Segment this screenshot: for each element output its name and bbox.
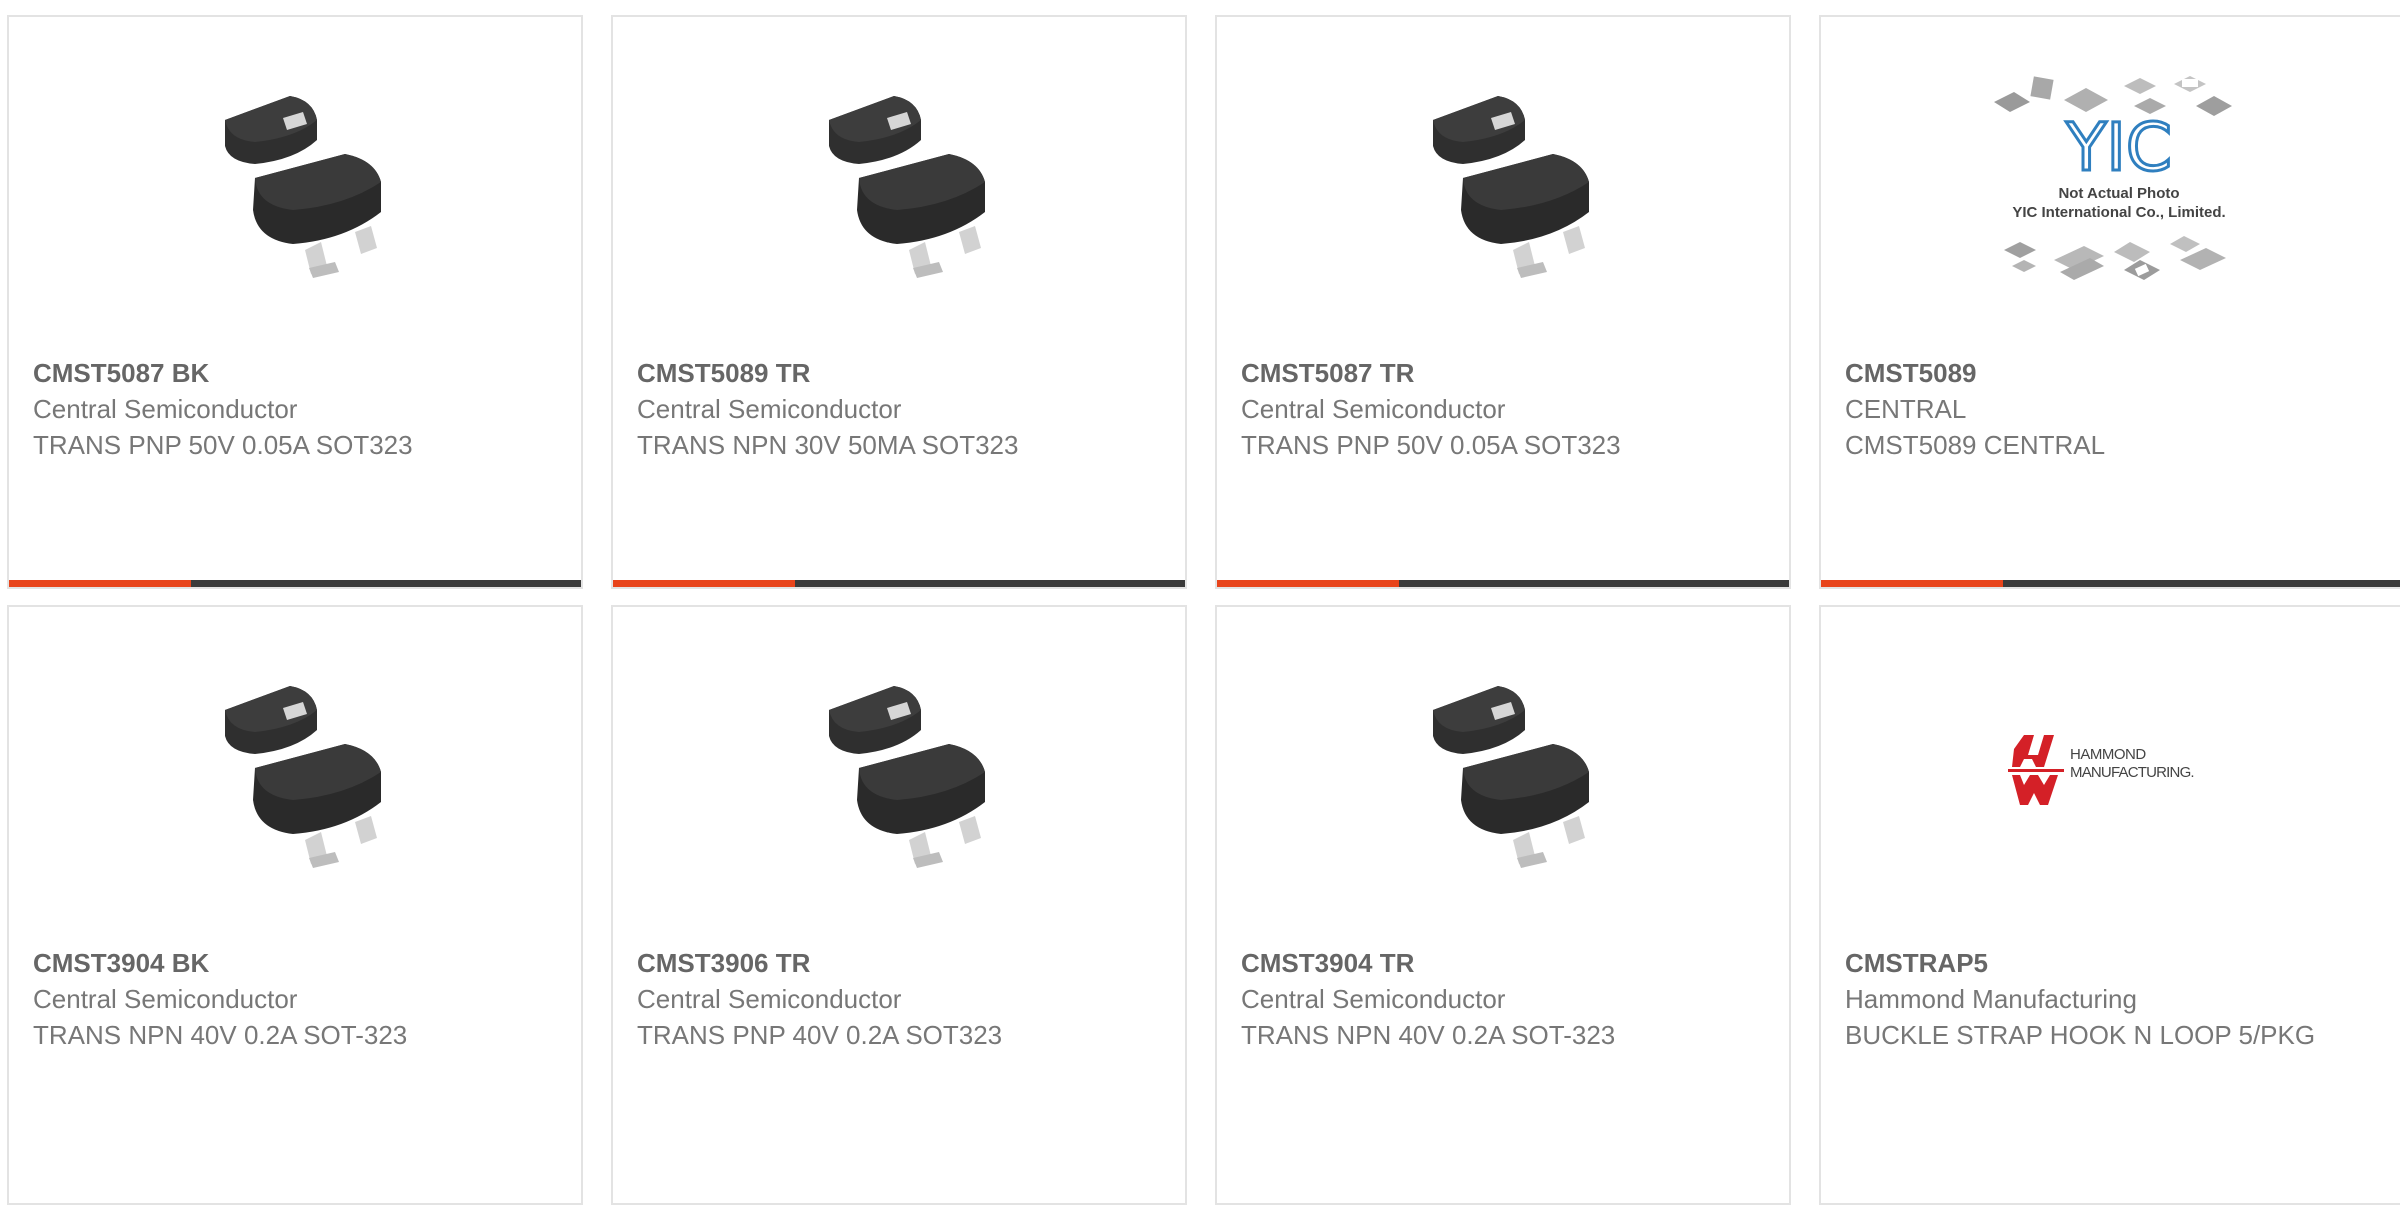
manufacturer: CENTRAL <box>1845 394 1967 424</box>
description: TRANS NPN 30V 50MA SOT323 <box>637 430 1019 460</box>
sot323-transistor-icon <box>225 686 381 868</box>
part-number[interactable]: CMST5087 TR <box>1241 355 1765 391</box>
product-card[interactable]: CMST3904 TR Central Semiconductor TRANS … <box>1215 605 1791 1205</box>
description: TRANS PNP 40V 0.2A SOT323 <box>637 1020 1003 1050</box>
product-card[interactable]: CMST5087 BK Central Semiconductor TRANS … <box>7 15 583 589</box>
manufacturing-logo-text: MANUFACTURING. <box>2070 764 2194 781</box>
part-number[interactable]: CMST5089 TR <box>637 355 1161 391</box>
product-image <box>1217 17 1789 347</box>
description: CMST5089 CENTRAL <box>1845 430 2106 460</box>
accent-bar <box>1821 580 2003 587</box>
sot323-transistor-icon <box>225 96 381 278</box>
not-actual-photo-text: Not Actual Photo <box>2058 185 2179 202</box>
description: BUCKLE STRAP HOOK N LOOP 5/PKG <box>1845 1020 2316 1050</box>
manufacturer: Central Semiconductor <box>33 984 298 1014</box>
part-number[interactable]: CMST3904 TR <box>1241 945 1765 981</box>
accent-bar <box>9 580 191 587</box>
part-number[interactable]: CMSTRAP5 <box>1845 945 2393 981</box>
manufacturer: Hammond Manufacturing <box>1845 984 2137 1014</box>
product-image: HAMMOND MANUFACTURING. <box>1821 607 2400 937</box>
part-number[interactable]: CMST5087 BK <box>33 355 557 391</box>
manufacturer: Central Semiconductor <box>637 984 902 1014</box>
description: TRANS PNP 50V 0.05A SOT323 <box>33 430 413 460</box>
manufacturer: Central Semiconductor <box>637 394 902 424</box>
yic-placeholder-icon: YIC Not Actual Photo YIC International C… <box>1994 76 2232 280</box>
hammond-logo-text: HAMMOND <box>2070 746 2146 763</box>
accent-bar <box>1217 580 1399 587</box>
product-card[interactable]: CMST3906 TR Central Semiconductor TRANS … <box>611 605 1187 1205</box>
product-card[interactable]: HAMMOND MANUFACTURING. CMSTRAP5 Hammond … <box>1819 605 2400 1205</box>
part-number[interactable]: CMST3906 TR <box>637 945 1161 981</box>
description: TRANS NPN 40V 0.2A SOT-323 <box>1241 1020 1616 1050</box>
hammond-logo-icon: HAMMOND MANUFACTURING. <box>2008 735 2195 805</box>
product-image: YIC Not Actual Photo YIC International C… <box>1821 17 2400 347</box>
manufacturer: Central Semiconductor <box>1241 394 1506 424</box>
card-footer-bar <box>1217 580 1789 587</box>
manufacturer: Central Semiconductor <box>1241 984 1506 1014</box>
manufacturer: Central Semiconductor <box>33 394 298 424</box>
product-image <box>613 607 1185 937</box>
product-image <box>9 17 581 347</box>
sot323-transistor-icon <box>1433 686 1589 868</box>
card-footer-bar <box>9 580 581 587</box>
product-card[interactable]: CMST5089 TR Central Semiconductor TRANS … <box>611 15 1187 589</box>
product-image <box>613 17 1185 347</box>
product-image <box>9 607 581 937</box>
sot323-transistor-icon <box>1433 96 1589 278</box>
card-footer-bar <box>1821 580 2400 587</box>
accent-bar <box>613 580 795 587</box>
product-card[interactable]: CMST5087 TR Central Semiconductor TRANS … <box>1215 15 1791 589</box>
part-number[interactable]: CMST3904 BK <box>33 945 557 981</box>
product-card[interactable]: CMST3904 BK Central Semiconductor TRANS … <box>7 605 583 1205</box>
description: TRANS PNP 50V 0.05A SOT323 <box>1241 430 1621 460</box>
yic-company-text: YIC International Co., Limited. <box>2012 204 2225 221</box>
sot323-transistor-icon <box>829 96 985 278</box>
product-image <box>1217 607 1789 937</box>
description: TRANS NPN 40V 0.2A SOT-323 <box>33 1020 408 1050</box>
yic-logo: YIC <box>2065 109 2172 186</box>
card-footer-bar <box>613 580 1185 587</box>
sot323-transistor-icon <box>829 686 985 868</box>
product-card[interactable]: YIC Not Actual Photo YIC International C… <box>1819 15 2400 589</box>
part-number[interactable]: CMST5089 <box>1845 355 2393 391</box>
